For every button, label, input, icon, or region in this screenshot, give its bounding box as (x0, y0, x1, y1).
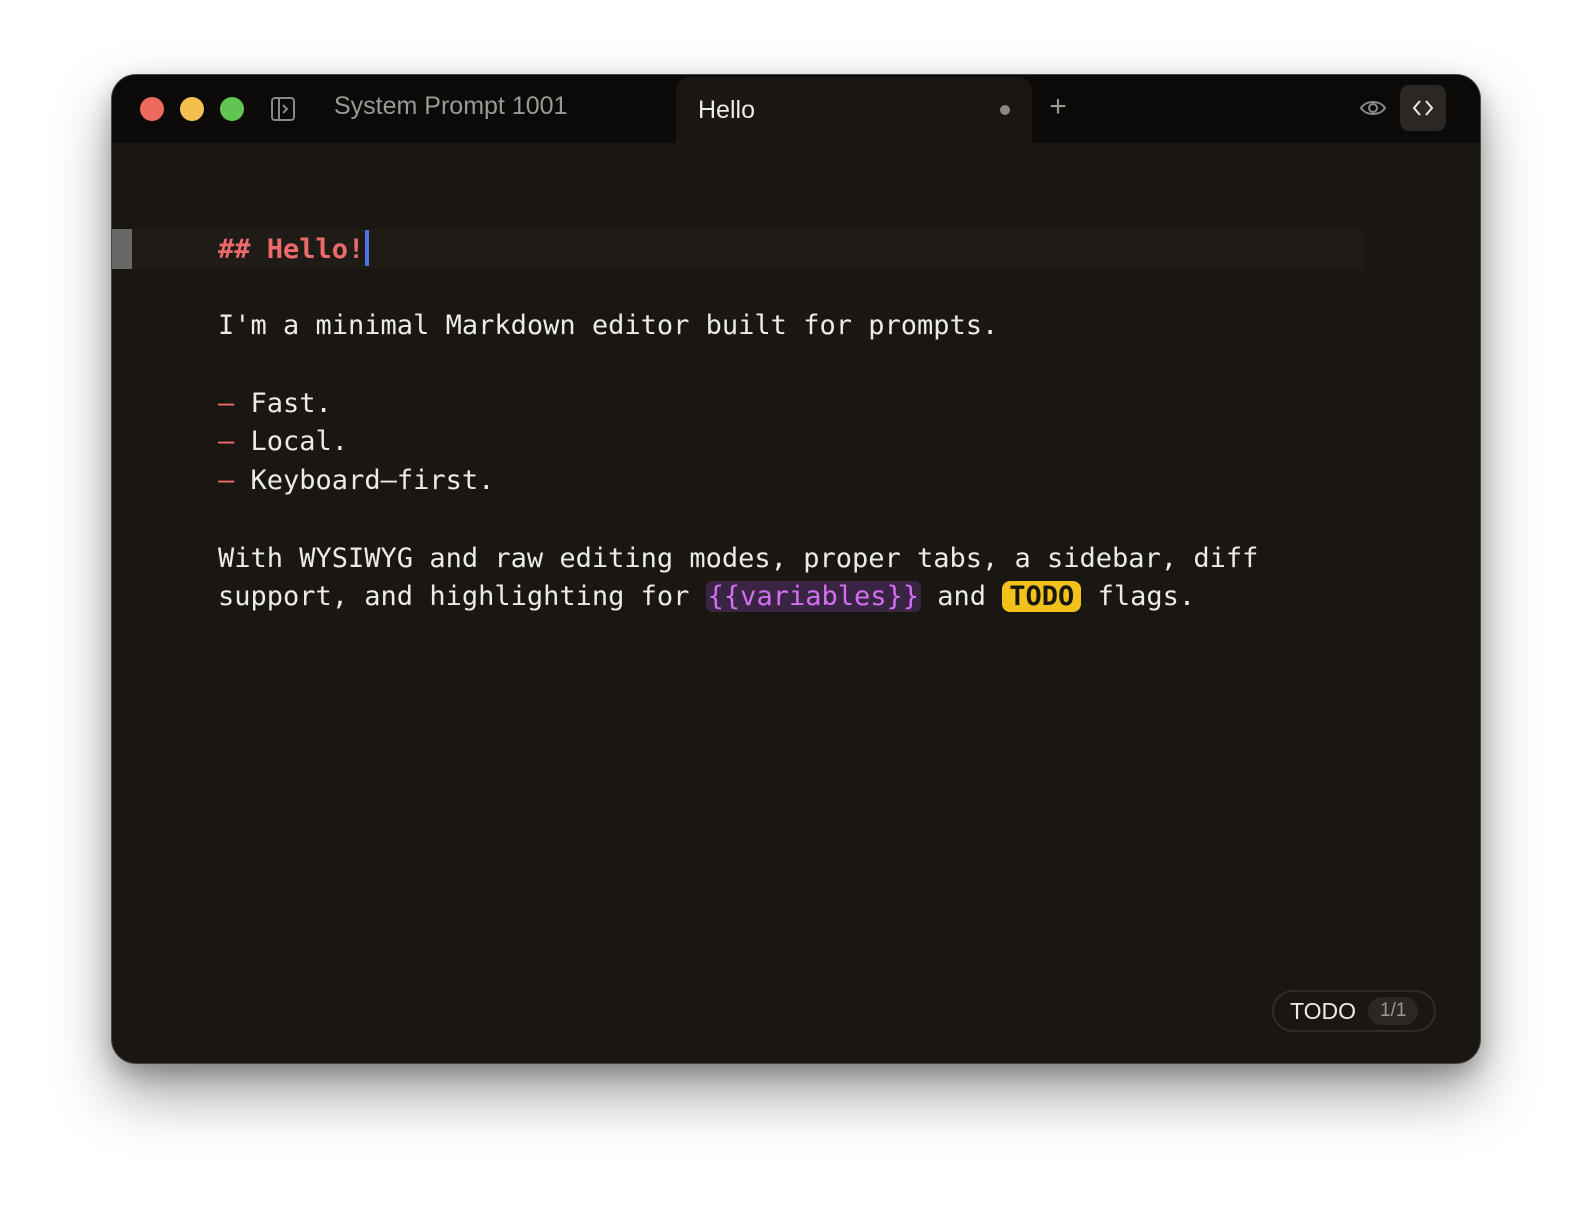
paragraph-text: support, and highlighting for (218, 581, 706, 612)
unsaved-dot-icon (1000, 105, 1010, 115)
paragraph-text: flags. (1081, 581, 1196, 612)
list-item[interactable]: – Fast. (218, 385, 332, 423)
tab-hello[interactable]: Hello (676, 77, 1032, 143)
todo-navigator-count: 1/1 (1368, 997, 1419, 1025)
markdown-editor[interactable]: ## Hello! I'm a minimal Markdown editor … (112, 143, 1480, 1063)
eye-icon[interactable] (1358, 93, 1388, 123)
paragraph-line-2[interactable]: support, and highlighting for {{variable… (218, 578, 1195, 616)
code-view-button[interactable] (1400, 85, 1446, 131)
todo-navigator-label: TODO (1290, 997, 1357, 1024)
tab-label: System Prompt 1001 (334, 91, 568, 120)
sidebar-toggle-icon[interactable] (270, 96, 296, 122)
list-item-text: Local. (250, 426, 349, 457)
list-item[interactable]: – Local. (218, 423, 348, 461)
heading-line[interactable]: ## Hello! (218, 230, 370, 269)
code-icon (1412, 100, 1434, 116)
title-bar: System Prompt 1001 Hello + (112, 75, 1480, 143)
new-tab-button[interactable]: + (1042, 91, 1074, 123)
bullet-marker: – (218, 426, 235, 457)
list-item[interactable]: – Keyboard–first. (218, 462, 494, 500)
minimize-button[interactable] (180, 97, 204, 121)
variable-token: {{variables}} (705, 581, 921, 612)
editor-window: System Prompt 1001 Hello + ## Hello! I'm… (112, 75, 1480, 1063)
heading-text: ## Hello! (218, 234, 365, 265)
close-button[interactable] (140, 97, 164, 121)
bullet-marker: – (218, 465, 235, 496)
bullet-marker: – (218, 388, 235, 419)
text-cursor (365, 230, 370, 266)
intro-line[interactable]: I'm a minimal Markdown editor built for … (218, 307, 998, 345)
list-item-text: Fast. (250, 388, 332, 419)
paragraph-line-1[interactable]: With WYSIWYG and raw editing modes, prop… (218, 540, 1258, 578)
todo-navigator[interactable]: TODO 1/1 (1272, 990, 1436, 1032)
todo-flag: TODO (1002, 581, 1082, 612)
tab-system-prompt-1001[interactable]: System Prompt 1001 (312, 75, 652, 137)
maximize-button[interactable] (220, 97, 244, 121)
tab-label: Hello (698, 95, 755, 124)
paragraph-text: and (921, 581, 1003, 612)
gutter-marker (112, 229, 132, 269)
list-item-text: Keyboard–first. (250, 465, 495, 496)
